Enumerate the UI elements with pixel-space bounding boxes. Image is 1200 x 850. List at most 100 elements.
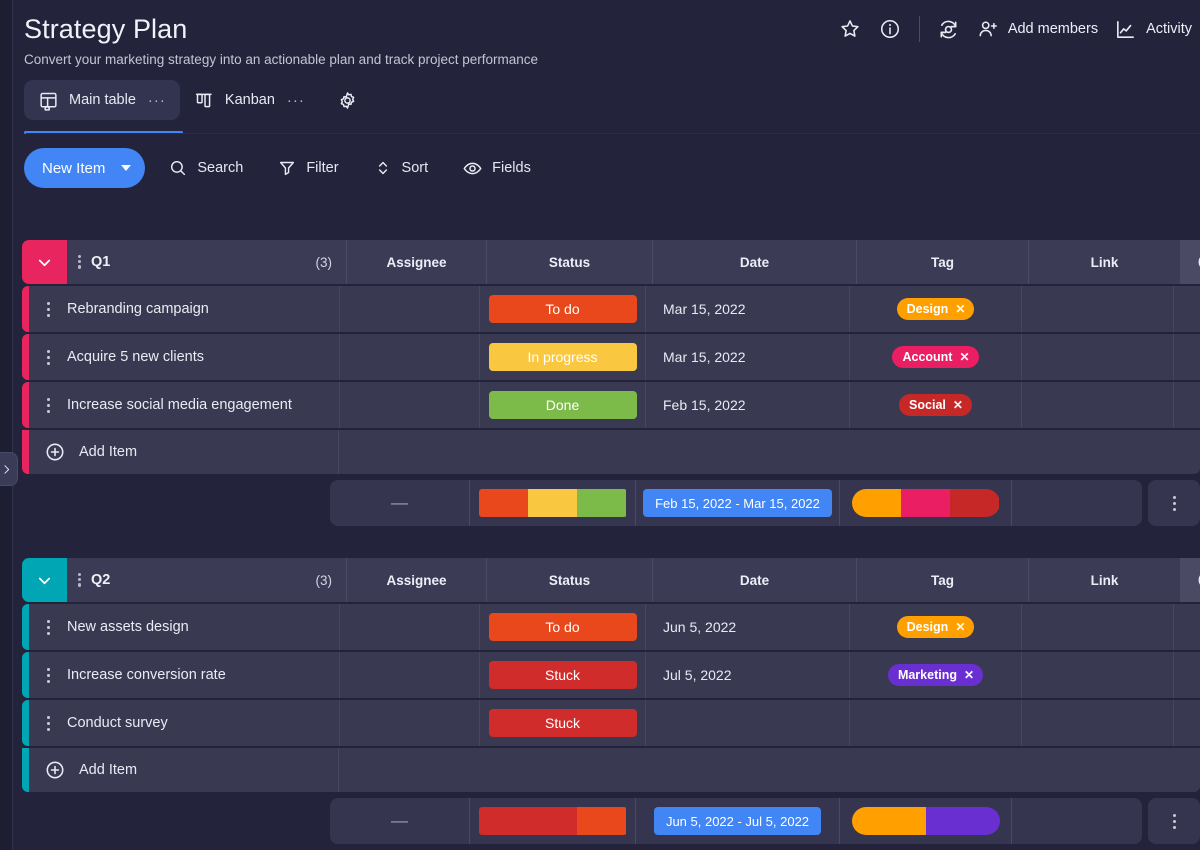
table-row[interactable]: Conduct survey Stuck: [22, 700, 1200, 746]
status-pill[interactable]: To do: [489, 613, 637, 641]
tag-pill[interactable]: Marketing✕: [888, 664, 983, 686]
table-row[interactable]: Increase social media engagement Done Feb …: [22, 382, 1200, 428]
row-menu-button[interactable]: [29, 286, 67, 332]
cell-date[interactable]: Jun 5, 2022: [645, 604, 849, 650]
table-row[interactable]: Increase conversion rate Stuck Jul 5, 2022…: [22, 652, 1200, 698]
segmented-bar[interactable]: [852, 489, 1000, 517]
favorite-button[interactable]: [830, 10, 870, 48]
cell-assignee[interactable]: [339, 604, 479, 650]
cell-assignee[interactable]: [339, 652, 479, 698]
cell-status[interactable]: Stuck: [479, 700, 645, 746]
add-item-button[interactable]: Add Item: [29, 748, 339, 792]
cell-link[interactable]: [1021, 604, 1173, 650]
cell-link[interactable]: [1021, 286, 1173, 332]
fields-button[interactable]: Fields: [451, 149, 542, 187]
cell-link[interactable]: [1021, 700, 1173, 746]
column-header-tag[interactable]: Tag: [856, 240, 1028, 284]
sidebar-expand-button[interactable]: [0, 452, 18, 486]
tag-pill[interactable]: Account✕: [892, 346, 978, 368]
new-item-button[interactable]: New Item: [24, 148, 145, 188]
cell-status[interactable]: Done: [479, 382, 645, 428]
item-name[interactable]: Acquire 5 new clients: [67, 334, 339, 380]
cell-date[interactable]: Jul 5, 2022: [645, 652, 849, 698]
cell-date[interactable]: Mar 15, 2022: [645, 334, 849, 380]
cell-link[interactable]: [1021, 382, 1173, 428]
tab-main-table[interactable]: Main table ···: [24, 80, 180, 120]
status-pill[interactable]: Stuck: [489, 661, 637, 689]
summary-assignee[interactable]: —: [330, 798, 470, 844]
tag-remove-icon[interactable]: ✕: [959, 350, 969, 364]
tag-remove-icon[interactable]: ✕: [955, 302, 965, 316]
tag-pill[interactable]: Social✕: [899, 394, 972, 416]
tag-remove-icon[interactable]: ✕: [955, 620, 965, 634]
summary-assignee[interactable]: —: [330, 480, 470, 526]
table-row[interactable]: Rebranding campaignTo doMar 15, 2022Desi…: [22, 286, 1200, 332]
table-row[interactable]: Acquire 5 new clients In progress Mar 15, …: [22, 334, 1200, 380]
status-pill[interactable]: To do: [489, 295, 637, 323]
tag-remove-icon[interactable]: ✕: [953, 398, 963, 412]
date-range-pill[interactable]: Jun 5, 2022 - Jul 5, 2022: [654, 807, 821, 835]
segmented-bar[interactable]: [479, 489, 627, 517]
cell-tag[interactable]: Marketing✕: [849, 652, 1021, 698]
table-row[interactable]: New assets design To do Jun 5, 2022 Design✕: [22, 604, 1200, 650]
column-header-assignee[interactable]: Assignee: [346, 558, 486, 602]
summary-menu-button[interactable]: [1148, 480, 1200, 526]
segmented-bar[interactable]: [479, 807, 627, 835]
cell-date[interactable]: Feb 15, 2022: [645, 382, 849, 428]
column-header-date[interactable]: Date: [652, 558, 856, 602]
item-name[interactable]: Increase conversion rate: [67, 652, 339, 698]
tab-kanban-menu[interactable]: ···: [287, 92, 305, 109]
column-header-date[interactable]: Date: [652, 240, 856, 284]
summary-tag[interactable]: [840, 798, 1012, 844]
status-pill[interactable]: Done: [489, 391, 637, 419]
drag-handle-icon[interactable]: [78, 573, 81, 587]
column-header-link[interactable]: Link: [1028, 558, 1180, 602]
column-header-link[interactable]: Link: [1028, 240, 1180, 284]
cell-status[interactable]: Stuck: [479, 652, 645, 698]
column-header-status[interactable]: Status: [486, 240, 652, 284]
cell-assignee[interactable]: [339, 286, 479, 332]
activity-button[interactable]: Activity: [1106, 10, 1200, 48]
tab-kanban[interactable]: Kanban ···: [180, 80, 319, 120]
summary-tag[interactable]: [840, 480, 1012, 526]
cell-tag[interactable]: Design✕: [849, 604, 1021, 650]
item-name[interactable]: New assets design: [67, 604, 339, 650]
cell-link[interactable]: [1021, 652, 1173, 698]
cell-link[interactable]: [1021, 334, 1173, 380]
row-menu-button[interactable]: [29, 604, 67, 650]
status-pill[interactable]: Stuck: [489, 709, 637, 737]
cell-assignee[interactable]: [339, 334, 479, 380]
drag-handle-icon[interactable]: [78, 255, 81, 269]
row-menu-button[interactable]: [29, 652, 67, 698]
summary-date[interactable]: Feb 15, 2022 - Mar 15, 2022: [636, 480, 840, 526]
add-item-button[interactable]: Add Item: [29, 430, 339, 474]
add-item-row[interactable]: Add Item: [22, 430, 1200, 474]
tag-pill[interactable]: Design✕: [897, 298, 975, 320]
column-header-status[interactable]: Status: [486, 558, 652, 602]
item-name[interactable]: Increase social media engagement: [67, 382, 339, 428]
add-members-button[interactable]: Add members: [969, 10, 1106, 48]
status-pill[interactable]: In progress: [489, 343, 637, 371]
group-title-cell[interactable]: Q1(3): [67, 240, 346, 284]
tag-remove-icon[interactable]: ✕: [964, 668, 974, 682]
cell-tag[interactable]: Social✕: [849, 382, 1021, 428]
view-settings-button[interactable]: [329, 81, 367, 119]
add-column-button[interactable]: [1180, 240, 1200, 284]
group-collapse-toggle[interactable]: [22, 558, 67, 602]
group-collapse-toggle[interactable]: [22, 240, 67, 284]
cell-tag[interactable]: [849, 700, 1021, 746]
tag-pill[interactable]: Design✕: [897, 616, 975, 638]
cell-assignee[interactable]: [339, 700, 479, 746]
cell-status[interactable]: To do: [479, 604, 645, 650]
date-range-pill[interactable]: Feb 15, 2022 - Mar 15, 2022: [643, 489, 832, 517]
column-header-assignee[interactable]: Assignee: [346, 240, 486, 284]
item-name[interactable]: Rebranding campaign: [67, 286, 339, 332]
item-name[interactable]: Conduct survey: [67, 700, 339, 746]
automations-button[interactable]: [929, 10, 969, 48]
row-menu-button[interactable]: [29, 700, 67, 746]
cell-tag[interactable]: Design✕: [849, 286, 1021, 332]
cell-status[interactable]: In progress: [479, 334, 645, 380]
filter-button[interactable]: Filter: [266, 149, 349, 187]
summary-date[interactable]: Jun 5, 2022 - Jul 5, 2022: [636, 798, 840, 844]
add-item-row[interactable]: Add Item: [22, 748, 1200, 792]
